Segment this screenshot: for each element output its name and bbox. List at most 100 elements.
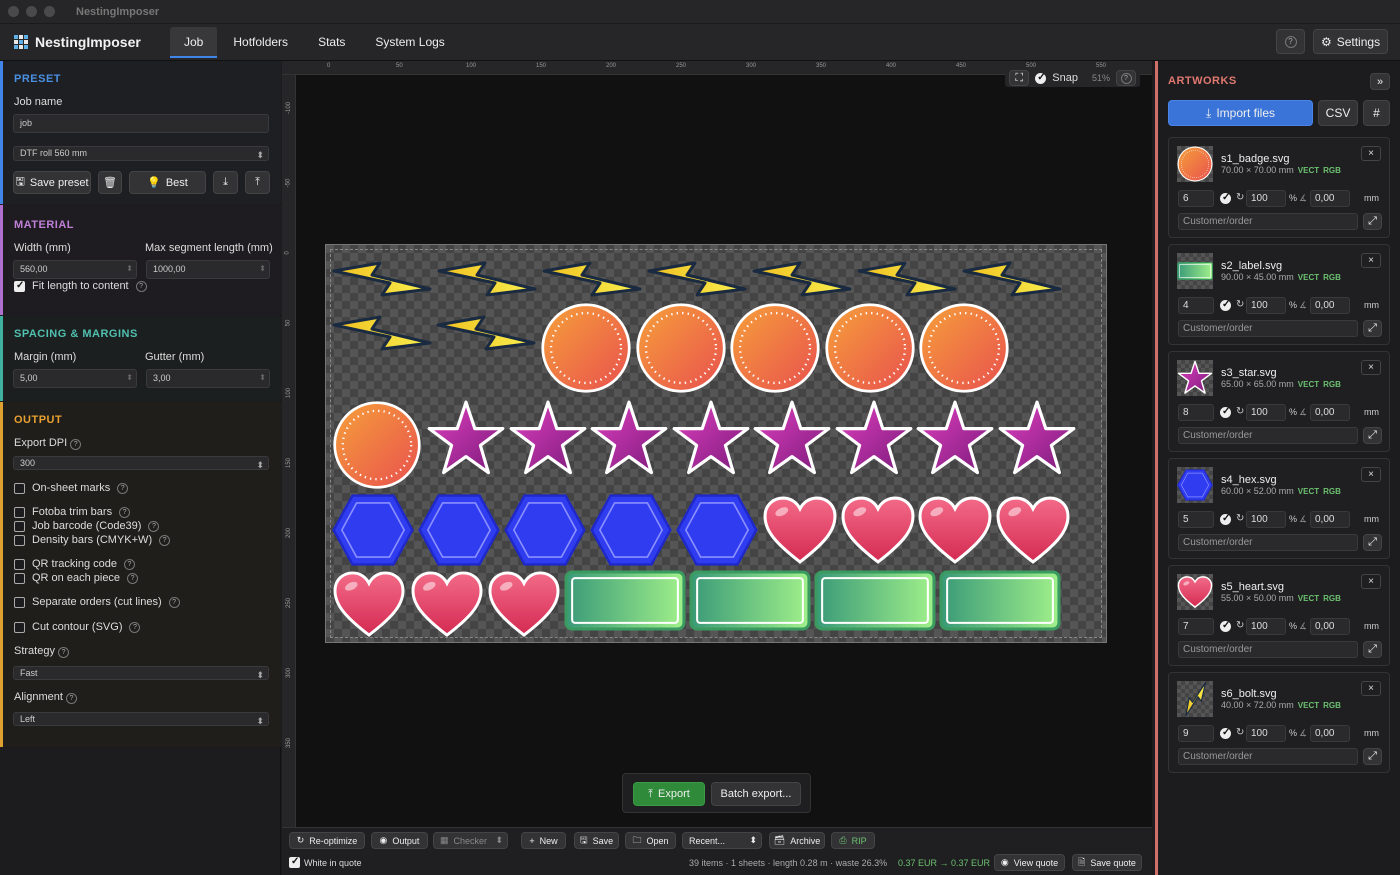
placed-bolt[interactable] xyxy=(962,253,1062,303)
placed-hex[interactable] xyxy=(504,493,586,567)
placed-label[interactable] xyxy=(564,570,686,631)
settings-button[interactable]: ⚙ Settings xyxy=(1313,29,1388,54)
customer-order-input[interactable]: Customer/order xyxy=(1178,748,1358,765)
rotation-input[interactable]: 0,00 xyxy=(1310,404,1350,421)
placed-badge[interactable] xyxy=(918,302,1010,394)
quantity-input[interactable]: 7 xyxy=(1178,618,1214,635)
quantity-input[interactable]: 8 xyxy=(1178,404,1214,421)
print-sheet[interactable] xyxy=(325,244,1107,643)
scale-input[interactable]: 100 xyxy=(1246,404,1286,421)
expand-button[interactable]: ⤢ xyxy=(1363,748,1382,765)
rotate-icon[interactable]: ↻ xyxy=(1236,192,1244,203)
rotation-input[interactable]: 0,00 xyxy=(1310,618,1350,635)
fotoba-checkbox[interactable]: Fotoba trim bars? xyxy=(14,506,131,518)
scale-input[interactable]: 100 xyxy=(1246,511,1286,528)
placed-badge[interactable] xyxy=(729,302,821,394)
fit-length-check[interactable] xyxy=(14,280,25,292)
placed-bolt[interactable] xyxy=(752,253,852,303)
remove-artwork-button[interactable]: × xyxy=(1361,360,1381,375)
placed-bolt[interactable] xyxy=(647,253,747,303)
reoptimize-button[interactable]: ↻ Re-optimize xyxy=(289,832,365,849)
rotate-icon[interactable]: ↻ xyxy=(1236,727,1244,738)
placed-heart[interactable] xyxy=(840,495,916,565)
tab-stats[interactable]: Stats xyxy=(304,27,359,58)
best-button[interactable]: 💡 Best xyxy=(129,171,206,194)
recent-select[interactable]: Recent... ⬍ xyxy=(682,832,762,849)
placed-star[interactable] xyxy=(997,399,1077,479)
placed-badge[interactable] xyxy=(540,302,632,394)
density-bars-checkbox[interactable]: Density bars (CMYK+W)? xyxy=(14,534,171,546)
expand-button[interactable]: ⤢ xyxy=(1363,320,1382,337)
rotation-input[interactable]: 0,00 xyxy=(1310,190,1350,207)
scale-input[interactable]: 100 xyxy=(1246,618,1286,635)
max-segment-input[interactable]: 1000,00 xyxy=(146,260,270,279)
upload-preset-button[interactable]: ⤒ xyxy=(245,171,270,194)
placed-star[interactable] xyxy=(508,399,588,479)
rip-button[interactable]: ⎙ RIP xyxy=(831,832,875,849)
placed-star[interactable] xyxy=(834,399,914,479)
rotation-input[interactable]: 0,00 xyxy=(1310,725,1350,742)
placed-label[interactable] xyxy=(814,570,936,631)
placed-star[interactable] xyxy=(752,399,832,479)
strategy-select[interactable]: Fast xyxy=(13,666,269,681)
placed-heart[interactable] xyxy=(762,495,838,565)
placed-bolt[interactable] xyxy=(437,253,537,303)
placed-heart[interactable] xyxy=(995,495,1071,565)
save-quote-button[interactable]: 🗎 Save quote xyxy=(1072,854,1142,871)
customer-order-input[interactable]: Customer/order xyxy=(1178,534,1358,551)
quantity-input[interactable]: 4 xyxy=(1178,297,1214,314)
archive-button[interactable]: 🗃 Archive xyxy=(769,832,825,849)
quantity-input[interactable]: 5 xyxy=(1178,511,1214,528)
quantity-input[interactable]: 9 xyxy=(1178,725,1214,742)
on-sheet-marks-checkbox[interactable]: On-sheet marks? xyxy=(14,482,129,494)
qr-each-piece-checkbox[interactable]: QR on each piece? xyxy=(14,572,139,584)
placed-bolt[interactable] xyxy=(436,307,536,357)
export-button[interactable]: ⤒ Export xyxy=(633,782,705,806)
new-button[interactable]: + New xyxy=(521,832,566,849)
placed-label[interactable] xyxy=(689,570,811,631)
rotation-input[interactable]: 0,00 xyxy=(1310,511,1350,528)
import-files-button[interactable]: ⤓ Import files xyxy=(1168,100,1313,126)
output-button[interactable]: ◉ Output xyxy=(371,832,428,849)
width-input[interactable]: 560,00 xyxy=(13,260,137,279)
rotation-input[interactable]: 0,00 xyxy=(1310,297,1350,314)
white-in-quote-checkbox[interactable]: White in quote xyxy=(289,856,362,868)
placed-badge[interactable] xyxy=(332,400,422,490)
remove-artwork-button[interactable]: × xyxy=(1361,253,1381,268)
cut-contour-checkbox[interactable]: Cut contour (SVG)? xyxy=(14,621,141,633)
remove-artwork-button[interactable]: × xyxy=(1361,574,1381,589)
canvas-help-button[interactable]: ? xyxy=(1116,70,1136,86)
placed-label[interactable] xyxy=(939,570,1061,631)
export-dpi-select[interactable]: 300 xyxy=(13,456,269,471)
placed-star[interactable] xyxy=(589,399,669,479)
rotate-icon[interactable]: ↻ xyxy=(1236,406,1244,417)
preset-select[interactable]: DTF roll 560 mm xyxy=(13,146,269,161)
tab-hotfolders[interactable]: Hotfolders xyxy=(219,27,302,58)
remove-artwork-button[interactable]: × xyxy=(1361,146,1381,161)
placed-badge[interactable] xyxy=(635,302,727,394)
expand-button[interactable]: ⤢ xyxy=(1363,427,1382,444)
placed-star[interactable] xyxy=(426,399,506,479)
customer-order-input[interactable]: Customer/order xyxy=(1178,641,1358,658)
scale-input[interactable]: 100 xyxy=(1246,725,1286,742)
customer-order-input[interactable]: Customer/order xyxy=(1178,320,1358,337)
artwork-enabled-check[interactable] xyxy=(1220,513,1231,525)
window-minimize-button[interactable] xyxy=(26,6,37,17)
gutter-input[interactable]: 3,00 xyxy=(146,369,270,388)
expand-button[interactable]: ⤢ xyxy=(1363,641,1382,658)
job-name-input[interactable]: job xyxy=(13,114,269,133)
artwork-enabled-check[interactable] xyxy=(1220,299,1231,311)
remove-artwork-button[interactable]: × xyxy=(1361,467,1381,482)
placed-heart[interactable] xyxy=(331,570,407,638)
download-preset-button[interactable]: ⤓ xyxy=(213,171,238,194)
alignment-select[interactable]: Left xyxy=(13,712,269,727)
delete-preset-button[interactable]: 🗑 xyxy=(98,171,122,194)
open-button[interactable]: 🗀 Open xyxy=(625,832,676,849)
tab-job[interactable]: Job xyxy=(170,26,218,58)
scale-input[interactable]: 100 xyxy=(1246,297,1286,314)
placed-badge[interactable] xyxy=(824,302,916,394)
tab-system-logs[interactable]: System Logs xyxy=(361,27,458,58)
placed-heart[interactable] xyxy=(917,495,993,565)
collapse-panel-button[interactable]: » xyxy=(1370,73,1390,90)
placed-star[interactable] xyxy=(915,399,995,479)
